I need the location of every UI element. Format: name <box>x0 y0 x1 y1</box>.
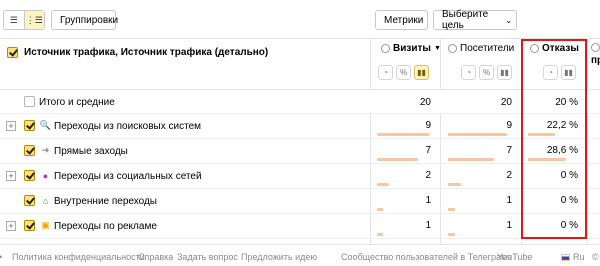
footer-dot: • <box>0 252 2 262</box>
row-checkbox[interactable] <box>24 195 35 206</box>
visitors-display-modes: ◔ % ▮▮ <box>461 65 512 80</box>
suggest-idea-link[interactable]: Предложить идею <box>241 252 317 262</box>
row-label[interactable]: Прямые заходы <box>54 146 128 157</box>
bar-chart-icon[interactable]: ▮▮ <box>414 65 429 80</box>
groupings-button[interactable]: Группировки <box>51 10 118 30</box>
visitors-bar <box>448 158 494 161</box>
list-view-button[interactable]: ☰ <box>4 11 24 29</box>
table-row[interactable]: + 🔍 Переходы из поисковых систем 9 9 22,2 % <box>0 114 600 139</box>
visits-value: 1 <box>425 195 431 206</box>
metric-label: Визиты <box>393 43 431 54</box>
row-checkbox[interactable] <box>24 96 35 107</box>
percent-icon[interactable]: % <box>396 65 411 80</box>
tree-icon: ⋮☰ <box>25 14 43 25</box>
pie-icon[interactable]: ◔ <box>378 65 393 80</box>
chevron-down-icon: ⌄ <box>505 15 512 25</box>
footer: • Политика конфиденциальности Справка За… <box>0 244 600 266</box>
metric-header-visitors[interactable]: Посетители <box>448 43 514 54</box>
expand-row-button[interactable]: + <box>6 171 16 181</box>
table-header: Источник трафика, Источник трафика (дета… <box>0 38 600 90</box>
row-checkbox[interactable] <box>24 145 35 156</box>
info-icon[interactable] <box>381 44 390 53</box>
row-checkbox[interactable] <box>24 220 35 231</box>
visitors-bar <box>448 133 507 136</box>
ask-question-link[interactable]: Задать вопрос <box>177 252 238 262</box>
language-switch[interactable]: Ru <box>561 252 585 262</box>
info-icon[interactable] <box>448 44 457 53</box>
visits-value: 9 <box>425 120 431 131</box>
percent-icon[interactable]: % <box>479 65 494 80</box>
internal-icon: ⌂ <box>42 195 49 206</box>
visitors-value: 1 <box>506 195 512 206</box>
social-icon: ● <box>42 170 49 181</box>
totals-label: Итого и средние <box>39 97 115 108</box>
ad-icon: ▣ <box>41 220 50 230</box>
visits-value: 2 <box>425 170 431 181</box>
visitors-bar <box>448 208 455 211</box>
visits-bar <box>377 133 429 136</box>
direct-icon: ➜ <box>41 145 50 155</box>
tree-view-button[interactable]: ⋮☰ <box>23 11 44 29</box>
visits-bar <box>377 233 383 236</box>
visitors-bar <box>448 233 455 236</box>
metric-label-truncated: пр <box>591 55 600 66</box>
visits-value: 7 <box>425 145 431 156</box>
row-label[interactable]: Переходы из поисковых систем <box>54 121 201 132</box>
bounce-column-highlight <box>521 39 587 239</box>
visitors-bar <box>448 183 461 186</box>
visitors-value: 7 <box>506 145 512 156</box>
row-label[interactable]: Переходы из социальных сетей <box>54 171 202 182</box>
youtube-link[interactable]: YouTube <box>497 252 532 262</box>
dimension-title: Источник трафика, Источник трафика (дета… <box>24 47 269 58</box>
pie-icon[interactable]: ◔ <box>461 65 476 80</box>
row-label[interactable]: Переходы по рекламе <box>54 221 157 232</box>
totals-visitors: 20 <box>500 97 512 108</box>
visitors-value: 9 <box>506 120 512 131</box>
help-link[interactable]: Справка <box>138 252 173 262</box>
language-label: Ru <box>573 252 585 262</box>
totals-row: Итого и средние 20 20 20 % <box>0 90 600 114</box>
visitors-value: 2 <box>506 170 512 181</box>
goal-select[interactable]: Выберите цель ⌄ <box>433 9 517 31</box>
metric-label: Посетители <box>460 43 515 54</box>
flag-icon <box>561 254 570 261</box>
visits-value: 1 <box>425 220 431 231</box>
table-row[interactable]: + ● Переходы из социальных сетей 2 2 0 % <box>0 164 600 189</box>
community-link[interactable]: Сообщество пользователей в Телеграме <box>341 252 512 262</box>
expand-row-button[interactable]: + <box>6 221 16 231</box>
row-label[interactable]: Внутренние переходы <box>54 196 157 207</box>
row-checkbox[interactable] <box>24 170 35 181</box>
search-icon: 🔍 <box>39 120 52 130</box>
info-icon[interactable] <box>591 43 600 52</box>
visits-bar <box>377 183 389 186</box>
bar-chart-icon[interactable]: ▮▮ <box>497 65 512 80</box>
expand-row-button[interactable]: + <box>6 121 16 131</box>
visits-display-modes: ◔ % ▮▮ <box>378 65 429 80</box>
goal-select-label: Выберите цель <box>442 9 489 31</box>
dimension-header: Источник трафика, Источник трафика (дета… <box>7 47 268 58</box>
table-row[interactable]: ⌂ Внутренние переходы 1 1 0 % <box>0 189 600 214</box>
metrics-button[interactable]: Метрики <box>375 10 428 30</box>
visits-bar <box>377 158 418 161</box>
copyright: © <box>592 252 599 262</box>
report-toolbar: ☰ ⋮☰ Группировки Метрики Выберите цель ⌄ <box>0 0 600 38</box>
row-checkbox[interactable] <box>24 120 35 131</box>
list-icon: ☰ <box>9 14 18 25</box>
visitors-value: 1 <box>506 220 512 231</box>
metric-header-visits[interactable]: Визиты ▼ <box>381 43 441 54</box>
metric-header-next[interactable] <box>591 43 600 52</box>
totals-visits: 20 <box>419 97 431 108</box>
visits-bar <box>377 208 383 211</box>
privacy-link[interactable]: Политика конфиденциальности <box>12 252 145 262</box>
view-mode-toggle: ☰ ⋮☰ <box>3 10 45 30</box>
table-row[interactable]: + ▣ Переходы по рекламе 1 1 0 % <box>0 214 600 239</box>
select-all-checkbox[interactable] <box>7 47 18 58</box>
table-row[interactable]: ➜ Прямые заходы 7 7 28,6 % <box>0 139 600 164</box>
